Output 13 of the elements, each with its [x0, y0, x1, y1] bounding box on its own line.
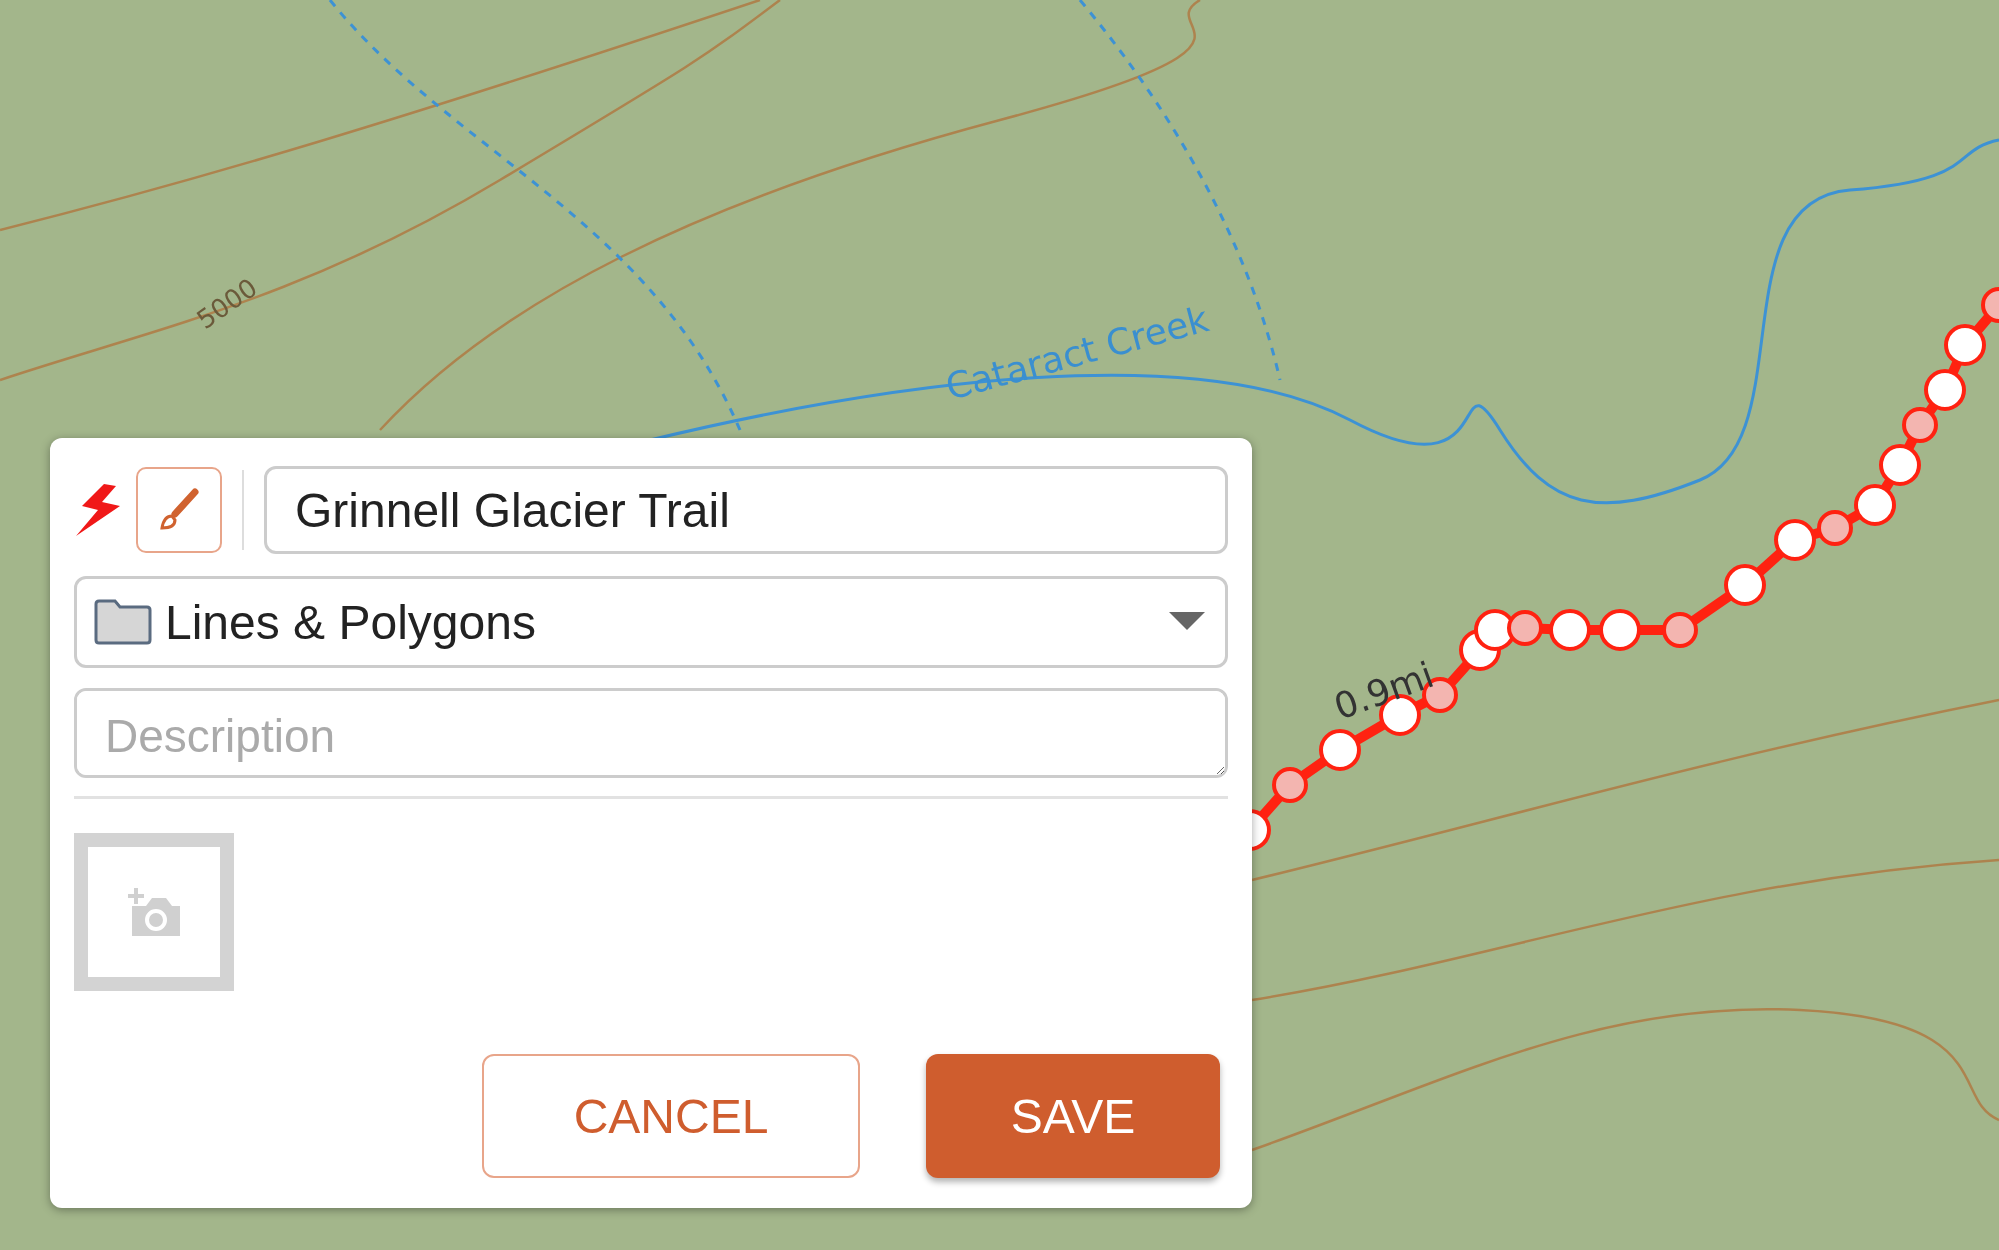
cancel-button[interactable]: CANCEL: [482, 1054, 860, 1178]
folder-icon: [93, 598, 153, 646]
save-button[interactable]: SAVE: [926, 1054, 1220, 1178]
name-field[interactable]: Grinnell Glacier Trail: [264, 466, 1228, 554]
brush-icon: [157, 488, 201, 532]
brush-button[interactable]: [136, 467, 222, 553]
description-field[interactable]: Description: [74, 688, 1228, 778]
folder-select[interactable]: Lines & Polygons: [74, 576, 1228, 668]
distance-label: 0.9mi: [1328, 654, 1439, 728]
folder-value: Lines & Polygons: [165, 594, 537, 650]
creek-label: Cataract Creek: [941, 298, 1213, 408]
dropdown-caret-icon: [1169, 612, 1205, 632]
lightning-icon: [74, 482, 122, 538]
